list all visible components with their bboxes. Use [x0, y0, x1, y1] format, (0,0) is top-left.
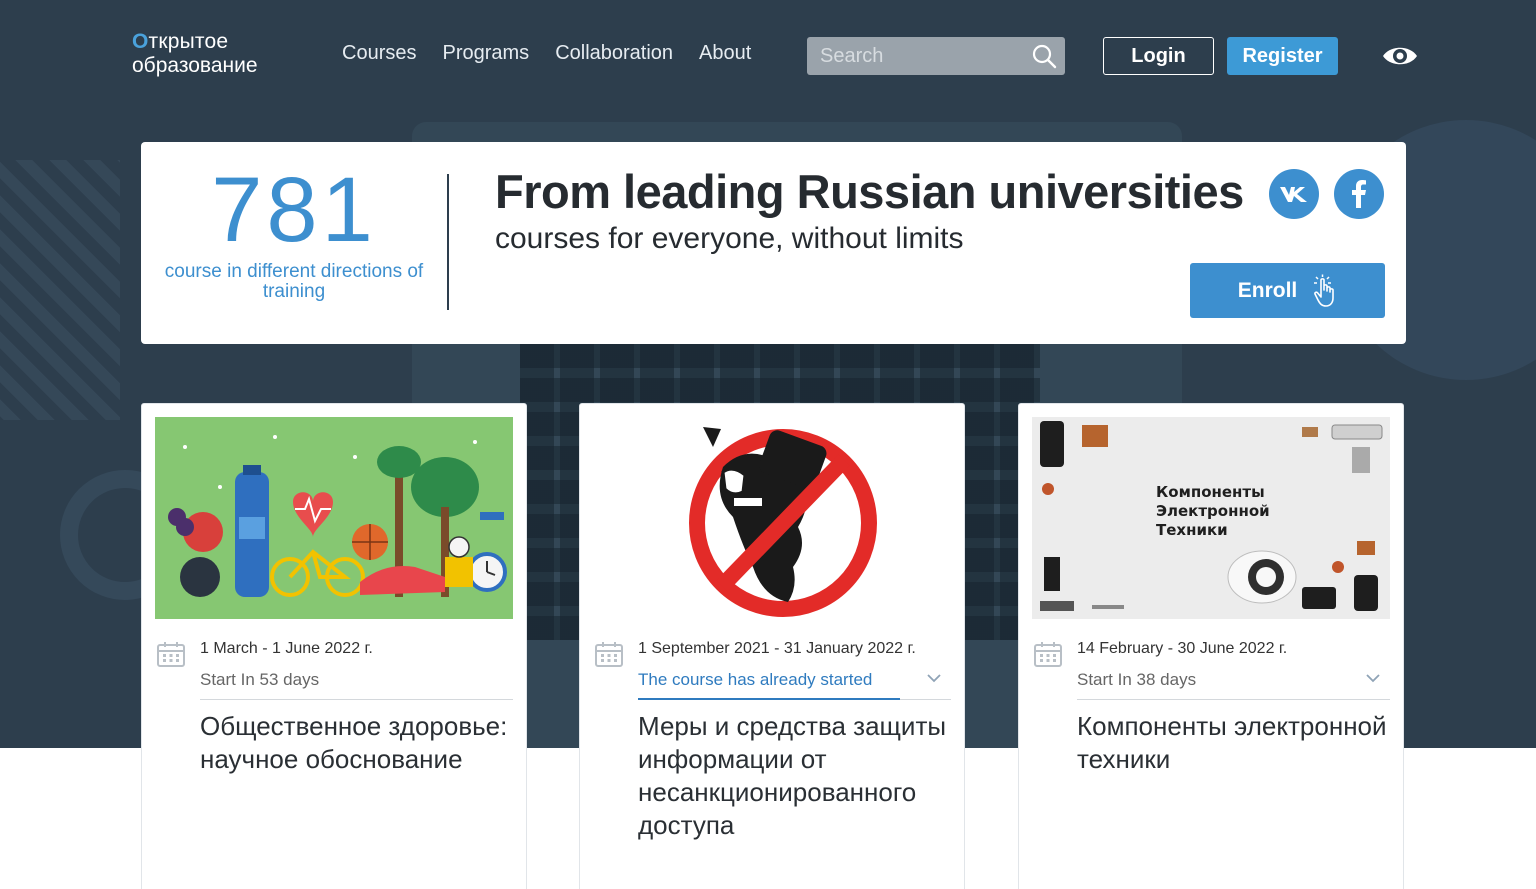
electronics-illustration: Компоненты Электронной Техники [1032, 417, 1390, 619]
vk-button[interactable] [1269, 169, 1319, 219]
course-start-status: Start In 38 days [1077, 670, 1197, 689]
course-thumbnail-security[interactable] [593, 417, 951, 619]
nav-courses[interactable]: Courses [342, 42, 416, 65]
course-dates: 1 March - 1 June 2022 г. [200, 640, 373, 657]
calendar-icon [1034, 642, 1062, 667]
no-thief-illustration [593, 417, 951, 619]
promo-divider [447, 174, 449, 310]
course-title[interactable]: Общественное здоровье: научное обоснован… [200, 710, 518, 776]
calendar-icon [595, 642, 623, 667]
course-start-status[interactable]: The course has already started [638, 670, 872, 690]
pointer-click-icon [1314, 274, 1335, 307]
thumb-text-line3: Техники [1156, 521, 1228, 539]
course-start-status: Start In 53 days [200, 670, 320, 689]
course-title[interactable]: Компоненты электронной техники [1077, 710, 1395, 776]
login-button[interactable]: Login [1103, 37, 1214, 75]
accessibility-eye-icon[interactable] [1382, 42, 1418, 70]
thumb-text-line2: Электронной [1156, 502, 1270, 520]
search-box [807, 37, 1065, 75]
card-divider [200, 699, 513, 700]
register-button[interactable]: Register [1227, 37, 1338, 75]
course-dates: 14 February - 30 June 2022 г. [1077, 640, 1288, 657]
logo-initial: О [132, 30, 149, 53]
vk-icon [1280, 187, 1307, 202]
chevron-down-icon[interactable] [926, 672, 942, 684]
thumb-text-line1: Компоненты [1156, 483, 1265, 501]
health-illustration [155, 417, 513, 619]
search-input[interactable] [807, 38, 1027, 74]
logo-line1: ткрытое [148, 30, 229, 53]
course-thumbnail-electronics[interactable]: Компоненты Электронной Техники [1032, 417, 1390, 619]
course-thumbnail-health[interactable] [155, 417, 513, 619]
course-title[interactable]: Меры и средства защиты информации от нес… [638, 710, 956, 842]
course-card[interactable]: Компоненты Электронной Техники 14 Februa… [1018, 403, 1404, 889]
chevron-down-icon[interactable] [1365, 672, 1381, 684]
main-nav: Courses Programs Collaboration About [342, 42, 751, 65]
course-count: 781 [211, 159, 377, 261]
promo-subline: courses for everyone, without limits [495, 222, 964, 255]
card-divider [1077, 699, 1390, 700]
course-dates: 1 September 2021 - 31 January 2022 г. [638, 640, 916, 657]
nav-collaboration[interactable]: Collaboration [555, 42, 673, 65]
promo-card: 781 course in different directions of tr… [141, 142, 1406, 344]
nav-programs[interactable]: Programs [442, 42, 529, 65]
facebook-icon [1352, 180, 1366, 208]
enroll-label: Enroll [1237, 278, 1298, 302]
site-header: Открытое образование Courses Programs Co… [0, 0, 1536, 110]
course-count-caption: course in different directions of traini… [164, 261, 424, 302]
promo-headline: From leading Russian universities [495, 165, 1244, 218]
background-pattern [0, 160, 120, 420]
calendar-icon [157, 642, 185, 667]
logo-line2: образование [132, 54, 258, 77]
search-icon[interactable] [1031, 43, 1057, 69]
enroll-button[interactable]: Enroll [1190, 263, 1385, 318]
card-divider-accent [638, 698, 900, 700]
nav-about[interactable]: About [699, 42, 751, 65]
course-card[interactable]: 1 September 2021 - 31 January 2022 г. Th… [579, 403, 965, 889]
course-card[interactable]: 1 March - 1 June 2022 г. Start In 53 day… [141, 403, 527, 889]
site-logo[interactable]: Открытое образование [132, 30, 258, 78]
facebook-button[interactable] [1334, 169, 1384, 219]
